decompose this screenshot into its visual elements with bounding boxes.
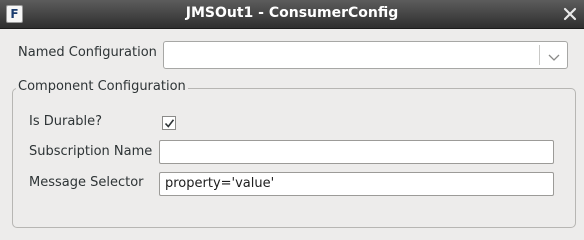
combo-divider — [539, 45, 540, 65]
checkmark-icon — [164, 119, 175, 128]
message-selector-input[interactable]: property='value' — [159, 172, 554, 196]
named-configuration-label: Named Configuration — [18, 45, 157, 60]
close-icon[interactable] — [562, 6, 578, 22]
subscription-name-input[interactable] — [159, 140, 554, 164]
is-durable-checkbox[interactable] — [162, 116, 176, 130]
named-configuration-combobox[interactable] — [163, 41, 568, 69]
chevron-down-icon[interactable] — [548, 51, 560, 61]
title-bar[interactable]: F JMSOut1 - ConsumerConfig — [0, 0, 584, 29]
window-title: JMSOut1 - ConsumerConfig — [185, 5, 399, 21]
subscription-name-label: Subscription Name — [29, 144, 153, 159]
consumer-config-dialog: F JMSOut1 - ConsumerConfig Named Configu… — [0, 0, 584, 228]
component-configuration-title: Component Configuration — [16, 79, 188, 94]
is-durable-label: Is Durable? — [29, 114, 103, 129]
message-selector-label: Message Selector — [29, 175, 144, 190]
